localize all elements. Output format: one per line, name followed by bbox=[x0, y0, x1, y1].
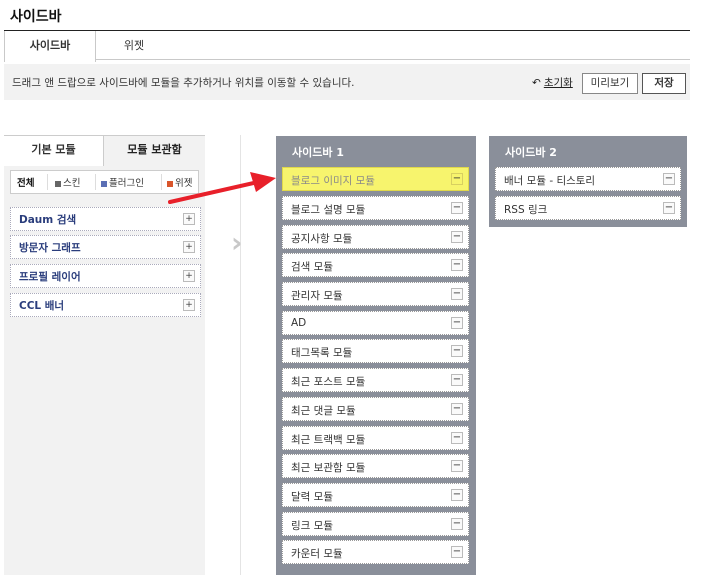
sidebar-module-recent-trackbacks[interactable]: 최근 트랙백 모듈 − bbox=[282, 426, 469, 450]
module-label: 블로그 설명 모듈 bbox=[291, 204, 366, 216]
module-label: 최근 댓글 모듈 bbox=[291, 405, 356, 417]
module-label: 프로필 레이어 bbox=[19, 271, 81, 283]
sidebar-module-recent-archive[interactable]: 최근 보관함 모듈 − bbox=[282, 454, 469, 478]
undo-icon: ↶ bbox=[532, 77, 541, 89]
preview-button[interactable]: 미리보기 bbox=[582, 73, 638, 94]
sidebar-module-notice[interactable]: 공지사항 모듈 − bbox=[282, 225, 469, 249]
remove-icon[interactable]: − bbox=[663, 202, 675, 214]
filter-all[interactable]: 전체 bbox=[17, 175, 34, 189]
add-icon[interactable]: + bbox=[183, 241, 195, 253]
sidebar-2-title: 사이드바 2 bbox=[505, 146, 557, 159]
module-item-ccl-banner[interactable]: CCL 배너 + bbox=[10, 293, 201, 317]
module-label: 방문자 그래프 bbox=[19, 242, 81, 254]
module-label: 검색 모듈 bbox=[291, 261, 333, 273]
module-item-profile-layer[interactable]: 프로필 레이어 + bbox=[10, 264, 201, 288]
remove-icon[interactable]: − bbox=[451, 259, 463, 271]
info-text: 드래그 앤 드랍으로 사이드바에 모듈을 추가하거나 위치를 이동할 수 있습니… bbox=[12, 77, 355, 89]
remove-icon[interactable]: − bbox=[451, 489, 463, 501]
module-label: 공지사항 모듈 bbox=[291, 233, 353, 245]
plugin-square-icon bbox=[101, 180, 107, 187]
sidebar-module-link[interactable]: 링크 모듈 − bbox=[282, 512, 469, 536]
module-label: 배너 모듈 - 티스토리 bbox=[504, 175, 596, 187]
red-arrow-icon bbox=[168, 172, 276, 204]
module-item-visitor-graph[interactable]: 방문자 그래프 + bbox=[10, 235, 201, 259]
tab-sidebar[interactable]: 사이드바 bbox=[4, 31, 96, 62]
sidebar-module-ad[interactable]: AD − bbox=[282, 311, 469, 335]
tab-module-storage[interactable]: 모듈 보관함 bbox=[104, 136, 205, 166]
filter-divider bbox=[161, 174, 162, 190]
sidebar-1-title: 사이드바 1 bbox=[292, 146, 344, 159]
sidebar-module-recent-comments[interactable]: 최근 댓글 모듈 − bbox=[282, 397, 469, 421]
sidebar-module-admin[interactable]: 관리자 모듈 − bbox=[282, 282, 469, 306]
sidebar-module-search[interactable]: 검색 모듈 − bbox=[282, 253, 469, 277]
module-label: 관리자 모듈 bbox=[291, 290, 343, 302]
add-icon[interactable]: + bbox=[183, 299, 195, 311]
remove-icon[interactable]: − bbox=[451, 460, 463, 472]
sidebar-2-column: 사이드바 2 배너 모듈 - 티스토리 − RSS 링크 − bbox=[489, 136, 687, 227]
remove-icon[interactable]: − bbox=[663, 173, 675, 185]
filter-divider bbox=[95, 174, 96, 190]
sidebar-module-blog-description[interactable]: 블로그 설명 모듈 − bbox=[282, 196, 469, 220]
module-item-daum-search[interactable]: Daum 검색 + bbox=[10, 207, 201, 231]
filter-divider bbox=[47, 174, 48, 190]
remove-icon[interactable]: − bbox=[451, 345, 463, 357]
remove-icon[interactable]: − bbox=[451, 288, 463, 300]
sidebar-module-counter[interactable]: 카운터 모듈 − bbox=[282, 540, 469, 564]
reset-link[interactable]: ↶ 초기화 bbox=[532, 75, 573, 90]
remove-icon[interactable]: − bbox=[451, 403, 463, 415]
module-label: AD bbox=[291, 317, 307, 329]
filter-skin[interactable]: 스킨 bbox=[55, 175, 80, 189]
skin-square-icon bbox=[55, 180, 61, 187]
module-label: 링크 모듈 bbox=[291, 520, 333, 532]
remove-icon[interactable]: − bbox=[451, 374, 463, 386]
sidebar-module-blog-image[interactable]: 블로그 이미지 모듈 − bbox=[282, 167, 469, 191]
sidebar-module-tag-list[interactable]: 태그목록 모듈 − bbox=[282, 339, 469, 363]
sidebar-module-rss-link[interactable]: RSS 링크 − bbox=[495, 196, 681, 220]
module-label: 블로그 이미지 모듈 bbox=[291, 175, 375, 187]
info-bar: 드래그 앤 드랍으로 사이드바에 모듈을 추가하거나 위치를 이동할 수 있습니… bbox=[4, 64, 690, 100]
page-title: 사이드바 bbox=[10, 9, 62, 25]
module-label: CCL 배너 bbox=[19, 300, 65, 312]
main-tabs: 사이드바 위젯 bbox=[4, 30, 690, 62]
add-icon[interactable]: + bbox=[183, 213, 195, 225]
add-icon[interactable]: + bbox=[183, 270, 195, 282]
filter-skin-label: 스킨 bbox=[63, 178, 81, 189]
remove-icon[interactable]: − bbox=[451, 317, 463, 329]
remove-icon[interactable]: − bbox=[451, 202, 463, 214]
module-label: 최근 포스트 모듈 bbox=[291, 376, 366, 388]
module-label: 카운터 모듈 bbox=[291, 548, 343, 560]
save-button[interactable]: 저장 bbox=[642, 73, 686, 94]
module-label: 최근 트랙백 모듈 bbox=[291, 434, 366, 446]
sidebar-1-column: 사이드바 1 블로그 이미지 모듈 − 블로그 설명 모듈 − 공지사항 모듈 − 검… bbox=[276, 136, 476, 575]
tab-basic-modules[interactable]: 기본 모듈 bbox=[4, 136, 104, 166]
remove-icon[interactable]: − bbox=[451, 546, 463, 558]
filter-plugin-label: 플러그인 bbox=[109, 178, 144, 189]
chevron-right-icon: › bbox=[231, 226, 243, 259]
sidebar-module-banner[interactable]: 배너 모듈 - 티스토리 − bbox=[495, 167, 681, 191]
remove-icon[interactable]: − bbox=[451, 432, 463, 444]
module-label: Daum 검색 bbox=[19, 214, 77, 226]
module-label: 최근 보관함 모듈 bbox=[291, 462, 366, 474]
remove-icon[interactable]: − bbox=[451, 231, 463, 243]
remove-icon[interactable]: − bbox=[451, 518, 463, 530]
sidebar-module-calendar[interactable]: 달력 모듈 − bbox=[282, 483, 469, 507]
sidebar-module-recent-posts[interactable]: 최근 포스트 모듈 − bbox=[282, 368, 469, 392]
reset-label: 초기화 bbox=[543, 77, 573, 89]
module-label: 태그목록 모듈 bbox=[291, 347, 353, 359]
tab-widget[interactable]: 위젯 bbox=[96, 31, 172, 61]
module-label: RSS 링크 bbox=[504, 204, 548, 216]
module-label: 달력 모듈 bbox=[291, 491, 333, 503]
remove-icon[interactable]: − bbox=[451, 173, 463, 185]
filter-plugin[interactable]: 플러그인 bbox=[101, 175, 144, 189]
